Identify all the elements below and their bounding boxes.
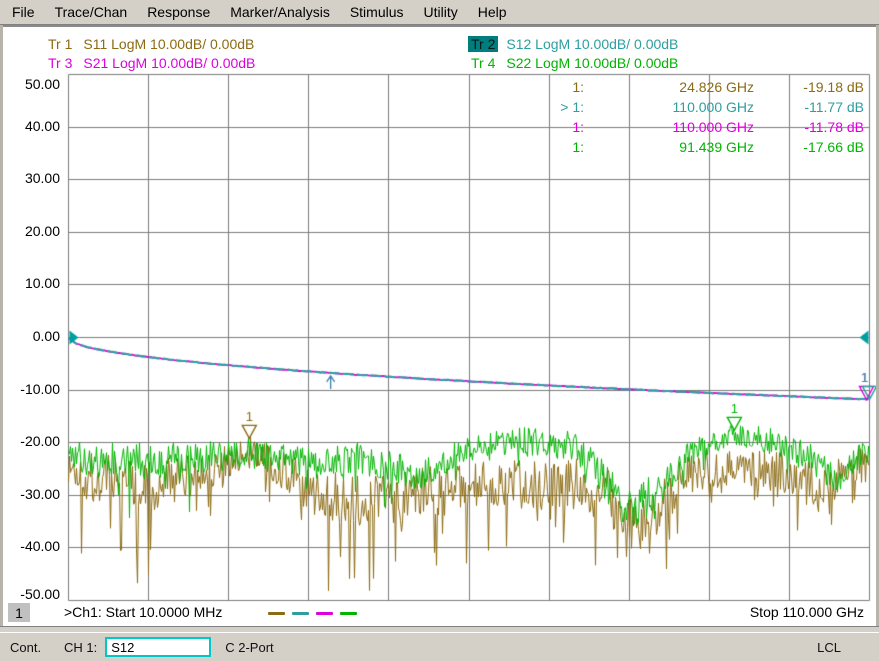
marker-readout-row: > 1: 110.000 GHz -11.77 dB — [498, 97, 864, 117]
instrument-display: Tr 1S11 LogM 10.00dB/ 0.00dB Tr 3S21 Log… — [0, 25, 879, 626]
y-axis-tick-label: 0.00 — [0, 328, 60, 344]
window-frame-top — [0, 25, 879, 27]
marker-readout: 1: 24.826 GHz -19.18 dB > 1: 110.000 GHz… — [498, 77, 864, 157]
trace-description: S22 LogM 10.00dB/ 0.00dB — [506, 55, 678, 71]
marker-number-active: > 1: — [498, 99, 584, 115]
sweep-stop-label: Stop 110.000 GHz — [750, 604, 864, 620]
channel-label: CH 1: — [64, 640, 97, 655]
y-axis-tick-label: -30.00 — [0, 486, 60, 502]
window-frame-left — [0, 25, 3, 626]
y-axis-tick-label: -50.00 — [0, 586, 60, 602]
trace-description: S12 LogM 10.00dB/ 0.00dB — [506, 36, 678, 52]
local-remote-indicator: LCL — [817, 640, 841, 655]
menu-utility[interactable]: Utility — [414, 1, 468, 23]
status-bar: Cont. CH 1: S12 C 2-Port LCL — [0, 632, 879, 661]
menu-help[interactable]: Help — [468, 1, 517, 23]
vna-application-window: { "menubar": { "items": ["File", "Trace/… — [0, 0, 879, 661]
channel-number-badge: 1 — [8, 603, 30, 622]
marker-readout-row: 1: 91.439 GHz -17.66 dB — [498, 137, 864, 157]
trace-legend-left: Tr 1S11 LogM 10.00dB/ 0.00dB Tr 3S21 Log… — [45, 35, 255, 73]
y-axis-tick-label: 20.00 — [0, 223, 60, 239]
y-axis-tick-label: -10.00 — [0, 381, 60, 397]
marker-value: -11.78 dB — [754, 119, 864, 135]
trace-label: Tr 4 — [468, 55, 498, 71]
menu-file[interactable]: File — [0, 1, 45, 23]
legend-entry-tr1[interactable]: Tr 1S11 LogM 10.00dB/ 0.00dB — [45, 35, 255, 54]
trace-description: S11 LogM 10.00dB/ 0.00dB — [83, 36, 254, 52]
marker-frequency: 110.000 GHz — [584, 99, 754, 115]
menu-trace-chan[interactable]: Trace/Chan — [45, 1, 138, 23]
marker-readout-row: 1: 110.000 GHz -11.78 dB — [498, 117, 864, 137]
marker-number: 1: — [498, 139, 584, 155]
marker-number: 1: — [498, 119, 584, 135]
correction-indicator: C 2-Port — [225, 640, 273, 655]
legend-entry-tr2[interactable]: Tr 2 S12 LogM 10.00dB/ 0.00dB — [468, 35, 678, 54]
menu-response[interactable]: Response — [137, 1, 220, 23]
trace-color-dash — [268, 612, 285, 615]
legend-entry-tr4[interactable]: Tr 4 S22 LogM 10.00dB/ 0.00dB — [468, 54, 678, 73]
menu-stimulus[interactable]: Stimulus — [340, 1, 414, 23]
trace-description: S21 LogM 10.00dB/ 0.00dB — [83, 55, 255, 71]
y-axis-tick-label: 10.00 — [0, 275, 60, 291]
marker-number: 1: — [498, 79, 584, 95]
y-axis-tick-label: 40.00 — [0, 118, 60, 134]
sweep-mode-indicator: Cont. — [10, 640, 60, 655]
marker-readout-row: 1: 24.826 GHz -19.18 dB — [498, 77, 864, 97]
trace-color-key — [268, 612, 364, 615]
marker-frequency: 110.000 GHz — [584, 119, 754, 135]
menu-marker-analysis[interactable]: Marker/Analysis — [220, 1, 340, 23]
y-axis-tick-label: -40.00 — [0, 538, 60, 554]
y-axis-tick-label: 30.00 — [0, 170, 60, 186]
sweep-start-label: >Ch1: Start 10.0000 MHz — [64, 604, 222, 620]
trace-label-active: Tr 2 — [468, 36, 498, 52]
menu-bar: File Trace/Chan Response Marker/Analysis… — [0, 0, 879, 25]
trace-color-dash — [316, 612, 333, 615]
y-axis-labels: 50.00 40.00 30.00 20.00 10.00 0.00 -10.00 -20.0… — [0, 25, 62, 626]
trace-color-dash — [340, 612, 357, 615]
marker-frequency: 24.826 GHz — [584, 79, 754, 95]
marker-value: -19.18 dB — [754, 79, 864, 95]
marker-frequency: 91.439 GHz — [584, 139, 754, 155]
marker-value: -17.66 dB — [754, 139, 864, 155]
trace-legend-right: Tr 2 S12 LogM 10.00dB/ 0.00dB Tr 4 S22 Log… — [468, 35, 678, 73]
legend-entry-tr3[interactable]: Tr 3S21 LogM 10.00dB/ 0.00dB — [45, 54, 255, 73]
trace-color-dash — [292, 612, 309, 615]
y-axis-tick-label: 50.00 — [0, 76, 60, 92]
y-axis-tick-label: -20.00 — [0, 433, 60, 449]
marker-value: -11.77 dB — [754, 99, 864, 115]
measurement-indicator[interactable]: S12 — [105, 637, 211, 657]
